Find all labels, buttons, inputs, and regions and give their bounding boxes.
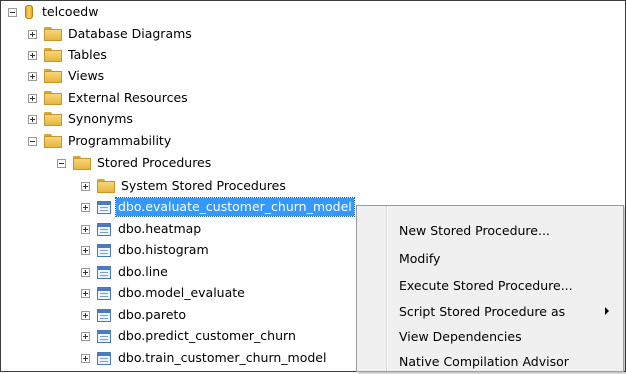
tree-node-label: dbo.predict_customer_churn xyxy=(118,328,296,343)
folder-icon xyxy=(44,134,62,148)
stored-procedure-icon xyxy=(97,222,111,236)
expand-icon[interactable] xyxy=(81,353,90,363)
stored-procedure-icon xyxy=(97,265,111,279)
tree-node-label: dbo.pareto xyxy=(118,307,186,322)
expand-icon[interactable] xyxy=(28,93,37,103)
expand-icon[interactable] xyxy=(81,245,90,255)
tree-node-label: telcoedw xyxy=(42,4,99,19)
stored-procedure-icon xyxy=(97,308,111,322)
tree-node-label: Stored Procedures xyxy=(97,155,212,170)
stored-procedure-icon xyxy=(97,351,111,365)
expand-icon[interactable] xyxy=(28,29,37,39)
expand-icon[interactable] xyxy=(81,181,90,191)
context-menu: New Stored Procedure... Modify Execute S… xyxy=(356,205,624,372)
stored-procedure-icon xyxy=(97,286,111,300)
menu-item-label: Execute Stored Procedure... xyxy=(399,277,573,293)
expand-icon[interactable] xyxy=(81,288,90,298)
tree-node-procedure[interactable]: dbo.pareto xyxy=(81,305,186,325)
menu-item-label: Modify xyxy=(399,250,441,266)
expand-icon[interactable] xyxy=(28,50,37,60)
tree-node-stored-procedures[interactable]: Stored Procedures xyxy=(57,153,211,173)
tree-node-label: Tables xyxy=(68,47,107,62)
expand-icon[interactable] xyxy=(28,114,37,124)
tree-node-database-diagrams[interactable]: Database Diagrams xyxy=(28,24,192,44)
menu-item-modify[interactable]: Modify xyxy=(388,245,621,271)
folder-icon xyxy=(97,179,115,193)
expand-icon[interactable] xyxy=(81,267,90,277)
tree-node-label: dbo.line xyxy=(118,264,168,279)
tree-node-label: dbo.heatmap xyxy=(118,221,202,236)
expand-icon[interactable] xyxy=(81,331,90,341)
tree-node-procedure[interactable]: dbo.train_customer_churn_model xyxy=(81,348,326,368)
menu-item-view-dependencies[interactable]: View Dependencies xyxy=(388,323,621,349)
folder-icon xyxy=(44,27,62,41)
tree-node-procedure[interactable]: dbo.histogram xyxy=(81,240,209,260)
menu-icon-gutter xyxy=(357,206,387,371)
submenu-arrow-icon xyxy=(605,307,609,315)
tree-node-label: Database Diagrams xyxy=(68,26,192,41)
tree-node-label: dbo.histogram xyxy=(118,242,209,257)
tree-node-procedure[interactable]: dbo.predict_customer_churn xyxy=(81,326,296,346)
tree-node-database[interactable]: telcoedw xyxy=(8,2,98,22)
tree-node-external-resources[interactable]: External Resources xyxy=(28,88,188,108)
tree-node-label: System Stored Procedures xyxy=(121,178,286,193)
tree-node-label: dbo.train_customer_churn_model xyxy=(118,350,327,365)
tree-node-views[interactable]: Views xyxy=(28,66,104,86)
menu-item-label: Native Compilation Advisor xyxy=(399,353,569,369)
menu-item-execute-stored-procedure[interactable]: Execute Stored Procedure... xyxy=(388,272,621,298)
stored-procedure-icon xyxy=(97,243,111,257)
tree-node-tables[interactable]: Tables xyxy=(28,45,107,65)
menu-item-native-compilation-advisor[interactable]: Native Compilation Advisor xyxy=(388,348,621,374)
folder-icon xyxy=(44,69,62,83)
database-icon xyxy=(24,4,34,20)
tree-node-procedure[interactable]: dbo.evaluate_customer_churn_model xyxy=(81,197,355,217)
tree-node-procedure[interactable]: dbo.line xyxy=(81,262,168,282)
folder-icon xyxy=(44,48,62,62)
stored-procedure-icon xyxy=(97,329,111,343)
tree-node-procedure[interactable]: dbo.model_evaluate xyxy=(81,283,245,303)
tree-node-label: dbo.evaluate_customer_churn_model xyxy=(115,197,355,217)
collapse-icon[interactable] xyxy=(28,136,37,146)
menu-item-new-stored-procedure[interactable]: New Stored Procedure... xyxy=(388,217,621,243)
tree-node-synonyms[interactable]: Synonyms xyxy=(28,109,133,129)
collapse-icon[interactable] xyxy=(57,158,66,168)
expand-icon[interactable] xyxy=(81,310,90,320)
expand-icon[interactable] xyxy=(81,224,90,234)
expand-icon[interactable] xyxy=(28,71,37,81)
folder-icon xyxy=(44,112,62,126)
tree-node-label: Views xyxy=(68,68,105,83)
folder-icon xyxy=(44,91,62,105)
tree-node-label: External Resources xyxy=(68,90,188,105)
stored-procedure-icon xyxy=(97,200,111,214)
tree-node-programmability[interactable]: Programmability xyxy=(28,131,171,151)
folder-icon xyxy=(73,156,91,170)
menu-item-label: View Dependencies xyxy=(399,328,522,344)
menu-item-script-stored-procedure-as[interactable]: Script Stored Procedure as xyxy=(388,298,621,324)
tree-node-procedure[interactable]: dbo.heatmap xyxy=(81,219,201,239)
tree-node-label: Programmability xyxy=(68,133,172,148)
tree-node-system-stored-procedures[interactable]: System Stored Procedures xyxy=(81,176,286,196)
menu-item-label: New Stored Procedure... xyxy=(399,222,550,238)
menu-item-label: Script Stored Procedure as xyxy=(399,303,566,319)
collapse-icon[interactable] xyxy=(8,7,17,17)
tree-node-label: dbo.model_evaluate xyxy=(118,285,245,300)
expand-icon[interactable] xyxy=(81,202,90,212)
tree-node-label: Synonyms xyxy=(68,111,133,126)
